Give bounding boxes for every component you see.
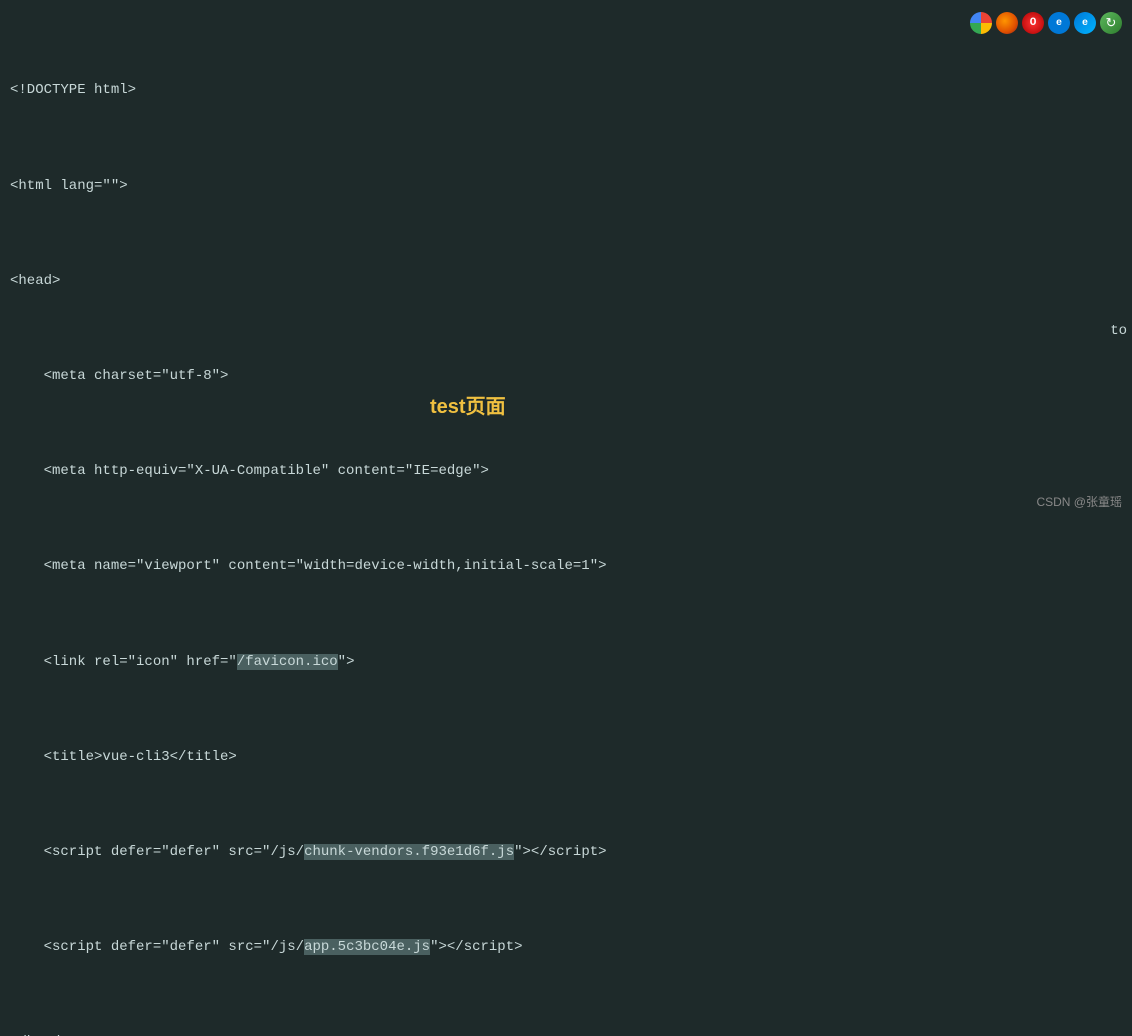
line-3: <head>: [10, 270, 1122, 294]
edge-icon[interactable]: e: [1074, 12, 1096, 34]
line-continuation-to: to: [1110, 323, 1127, 339]
csdn-annotation: CSDN @张童瑶: [1036, 493, 1122, 510]
browser-icons-container: O e e ↻: [970, 12, 1122, 34]
firefox-icon[interactable]: [996, 12, 1018, 34]
refresh-icon[interactable]: ↻: [1100, 12, 1122, 34]
code-editor: <!DOCTYPE html> <html lang=""> <head> <m…: [0, 0, 1132, 1036]
ie-icon[interactable]: e: [1048, 12, 1070, 34]
line-11: </head>: [10, 1031, 1122, 1036]
line-4: <meta charset="utf-8">: [10, 365, 1122, 389]
chrome-icon[interactable]: [970, 12, 992, 34]
line-6: <meta name="viewport" content="width=dev…: [10, 555, 1122, 579]
line-7: <link rel="icon" href="/favicon.ico">: [10, 651, 1122, 675]
test-label: test页面: [430, 390, 506, 419]
line-8: <title>vue-cli3</title>: [10, 746, 1122, 770]
opera-icon[interactable]: O: [1022, 12, 1044, 34]
line-10: <script defer="defer" src="/js/app.5c3bc…: [10, 936, 1122, 960]
line-9: <script defer="defer" src="/js/chunk-ven…: [10, 841, 1122, 865]
line-2: <html lang="">: [10, 175, 1122, 199]
line-1: <!DOCTYPE html>: [10, 79, 1122, 103]
line-5: <meta http-equiv="X-UA-Compatible" conte…: [10, 460, 1122, 484]
